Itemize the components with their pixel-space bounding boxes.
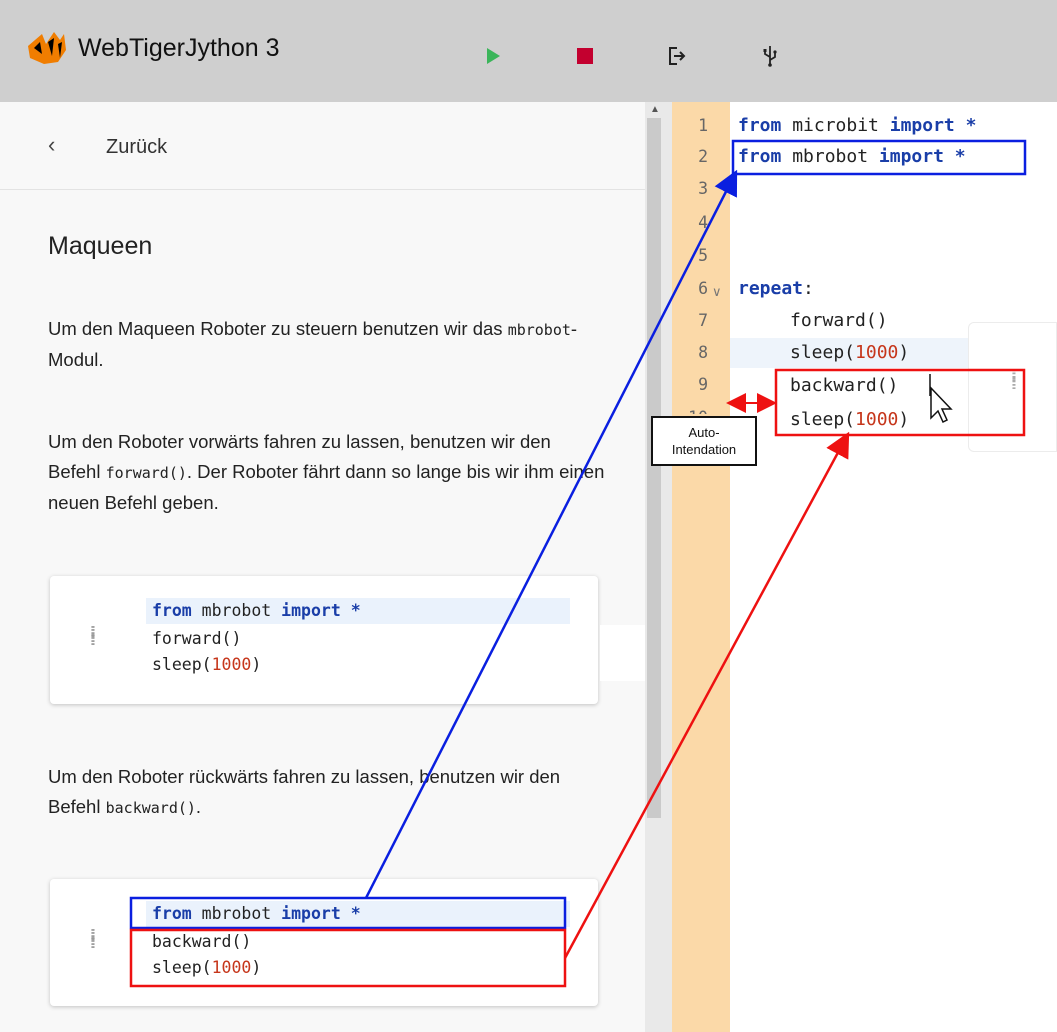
stop-button[interactable] (573, 44, 597, 68)
snippet-line: sleep(1000) (152, 958, 262, 977)
line-number: 7 (698, 311, 708, 330)
export-button[interactable] (665, 44, 689, 68)
tiger-logo-icon (28, 32, 66, 64)
page-title: Maqueen (48, 232, 153, 260)
scroll-up-icon[interactable]: ▲ (650, 104, 660, 115)
back-navigation[interactable]: ‹ Zurück (0, 102, 645, 190)
intro-paragraph: Um den Maqueen Roboter zu steuern benutz… (48, 318, 578, 370)
usb-icon (763, 46, 777, 67)
drag-widget[interactable]: ⁞⁞ ⁞⁞ (968, 322, 1057, 452)
editor-line[interactable]: repeat: (738, 273, 814, 305)
forward-paragraph: Um den Roboter vorwärts fahren zu lassen… (48, 431, 605, 513)
backward-paragraph: Um den Roboter rückwärts fahren zu lasse… (48, 766, 561, 817)
inline-code: forward() (105, 464, 187, 482)
back-label[interactable]: Zurück (106, 136, 167, 159)
line-number: 2 (698, 147, 708, 166)
fold-chevron-icon[interactable]: ∨ (712, 276, 722, 308)
editor-line[interactable]: from mbrobot import * (738, 141, 966, 173)
stop-icon (577, 48, 593, 64)
chevron-left-icon[interactable]: ‹ (48, 132, 55, 158)
app-header: WebTigerJython 3 (0, 0, 1057, 102)
scrollbar-thumb[interactable] (647, 118, 661, 818)
editor-line[interactable]: from microbit import * (738, 110, 976, 142)
inline-code: backward() (105, 799, 196, 817)
annotation-label: Auto- Intendation (651, 416, 757, 466)
snippet-line: sleep(1000) (152, 655, 262, 674)
line-number: 8 (698, 343, 708, 362)
line-number: 5 (698, 246, 708, 265)
snippet-line: forward() (152, 629, 242, 648)
code-snippet-backward[interactable]: ⁞⁞ ⁞⁞ from mbrobot import * backward() sl… (50, 879, 598, 1006)
code-snippet-forward[interactable]: ⁞⁞ ⁞⁞ from mbrobot import * forward() sle… (50, 576, 598, 704)
editor-line[interactable]: sleep(1000) (790, 337, 909, 369)
brand: WebTigerJython 3 (24, 30, 280, 66)
snippet-line: backward() (152, 932, 252, 951)
line-number: 3 (698, 179, 708, 198)
drag-handle-icon[interactable]: ⁞⁞ ⁞⁞ (90, 927, 96, 951)
app-title: WebTigerJython 3 (78, 33, 280, 62)
documentation-panel: ‹ Zurück Maqueen Um den Maqueen Roboter … (0, 102, 645, 1032)
play-icon (487, 48, 500, 64)
snippet-line: from mbrobot import * (146, 901, 570, 927)
editor-line[interactable]: backward() (790, 370, 898, 402)
line-number: 9 (698, 375, 708, 394)
drag-handle-icon[interactable]: ⁞⁞ ⁞⁞ (1011, 369, 1017, 393)
snippet-line: from mbrobot import * (146, 598, 570, 624)
export-icon (669, 47, 686, 65)
editor-line[interactable]: forward() (790, 305, 888, 337)
inline-code: mbrobot (507, 321, 571, 339)
line-number: 4 (698, 213, 708, 232)
usb-button[interactable] (758, 44, 782, 68)
mouse-pointer-icon (930, 386, 953, 424)
editor-line[interactable]: sleep(1000) (790, 404, 909, 436)
run-button[interactable] (481, 44, 505, 68)
line-number: 6 (698, 279, 708, 298)
drag-handle-icon[interactable]: ⁞⁞ ⁞⁞ (90, 624, 96, 648)
line-number: 1 (698, 116, 708, 135)
